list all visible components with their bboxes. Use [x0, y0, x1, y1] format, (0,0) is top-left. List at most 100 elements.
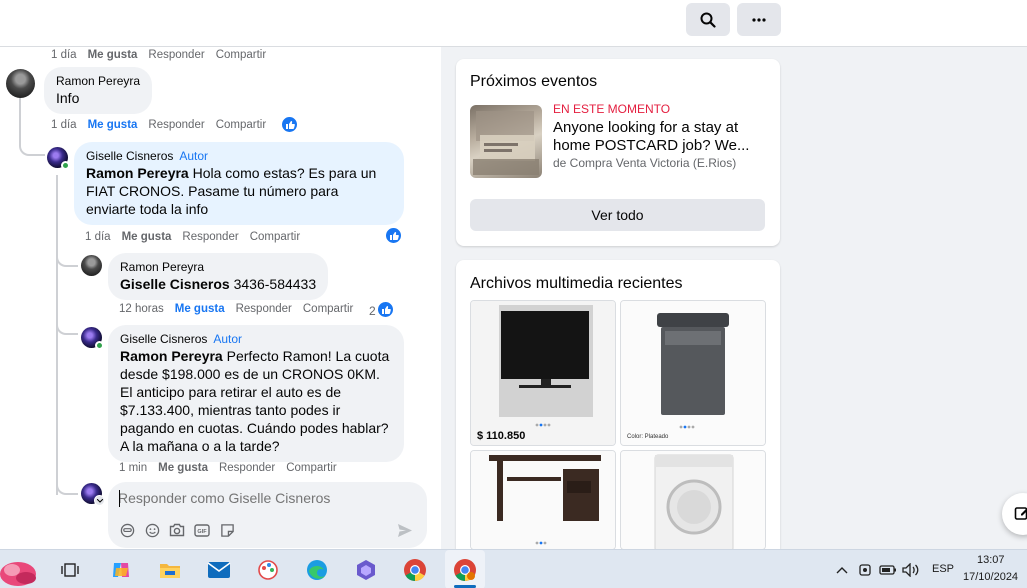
task-view-icon[interactable]: [58, 558, 82, 582]
more-horizontal-icon: [752, 17, 766, 22]
reply-composer: GIF: [108, 482, 427, 548]
comment-text: 3436-584433: [229, 276, 317, 292]
comment-bubble: Ramon Pereyra Info: [44, 67, 153, 114]
media-tile-desk[interactable]: [470, 450, 616, 550]
sticker-icon[interactable]: [219, 522, 235, 538]
like-link[interactable]: Me gusta: [122, 231, 172, 243]
avatar[interactable]: [6, 69, 35, 98]
like-reaction[interactable]: [377, 301, 394, 318]
comment-actions: 12 horas Me gusta Responder Compartir: [119, 303, 353, 315]
comment-actions: 1 día Me gusta Responder Compartir: [51, 49, 266, 61]
share-link[interactable]: Compartir: [286, 462, 336, 474]
comment-author[interactable]: Giselle Cisneros: [120, 332, 207, 346]
event-title[interactable]: Anyone looking for a stay at home POSTCA…: [553, 119, 753, 155]
thread-connector: [56, 315, 78, 335]
like-reaction[interactable]: [385, 227, 402, 244]
events-title: Próximos eventos: [470, 73, 598, 90]
comment-actions: 1 día Me gusta Responder Compartir: [51, 119, 266, 131]
comment-author[interactable]: Ramon Pereyra: [56, 74, 140, 88]
like-link[interactable]: Me gusta: [88, 49, 138, 61]
like-link[interactable]: Me gusta: [88, 119, 138, 131]
media-title: Archivos multimedia recientes: [470, 275, 683, 292]
search-button[interactable]: [686, 3, 730, 36]
online-indicator: [61, 161, 70, 170]
media-tile-tv[interactable]: $ 110.850: [470, 300, 616, 446]
dryer-image: [621, 451, 765, 549]
reply-link[interactable]: Responder: [219, 462, 275, 474]
see-all-button[interactable]: Ver todo: [470, 199, 765, 231]
thread-connector: [19, 133, 45, 156]
like-link[interactable]: Me gusta: [175, 303, 225, 315]
desk-image: [471, 451, 615, 549]
author-badge: Autor: [213, 332, 243, 346]
copilot-icon[interactable]: [109, 558, 133, 582]
comment-actions: 1 día Me gusta Responder Compartir: [85, 231, 300, 243]
gif-icon[interactable]: GIF: [194, 522, 210, 538]
comments-panel: 1 día Me gusta Responder Compartir Ramon…: [0, 47, 441, 549]
chrome-profile-icon[interactable]: [453, 558, 477, 582]
reply-link[interactable]: Responder: [182, 231, 238, 243]
comment-time[interactable]: 1 día: [51, 119, 77, 131]
comment-bubble: Ramon Pereyra Giselle Cisneros 3436-5844…: [108, 253, 329, 300]
battery-icon[interactable]: [876, 558, 900, 582]
location-icon[interactable]: [853, 558, 877, 582]
clock-time[interactable]: 13:07: [977, 554, 1005, 566]
comment-text: Info: [56, 90, 80, 106]
thread-connector: [56, 247, 78, 267]
avatar-sticker-icon[interactable]: [119, 522, 135, 538]
account-switch-icon[interactable]: [94, 495, 105, 506]
copilot-app-icon[interactable]: [354, 558, 378, 582]
like-reaction[interactable]: [281, 116, 298, 133]
paint-icon[interactable]: [256, 558, 280, 582]
tv-image: [471, 301, 615, 445]
more-options-button[interactable]: [737, 3, 781, 36]
comment-author[interactable]: Ramon Pereyra: [120, 260, 204, 274]
mention-link[interactable]: Ramon Pereyra: [86, 165, 189, 181]
event-thumbnail[interactable]: [470, 105, 542, 178]
edge-icon[interactable]: [305, 558, 329, 582]
reply-link[interactable]: Responder: [148, 119, 204, 131]
avatar[interactable]: [81, 255, 102, 276]
comment-bubble: Giselle Cisneros Autor Ramon Pereyra Hola…: [74, 142, 404, 225]
search-icon: [700, 12, 716, 28]
new-message-button[interactable]: [1002, 493, 1027, 535]
comment-time[interactable]: 1 min: [119, 462, 147, 474]
comment-time[interactable]: 1 día: [51, 49, 77, 61]
widgets-icon[interactable]: [0, 552, 46, 588]
chrome-icon[interactable]: [403, 558, 427, 582]
live-label: EN ESTE MOMENTO: [553, 102, 671, 116]
mail-icon[interactable]: [207, 558, 231, 582]
mention-link[interactable]: Giselle Cisneros: [120, 276, 230, 292]
share-link[interactable]: Compartir: [216, 119, 266, 131]
share-link[interactable]: Compartir: [303, 303, 353, 315]
reaction-count[interactable]: 2: [369, 304, 376, 318]
comment-author[interactable]: Giselle Cisneros: [86, 149, 173, 163]
reply-link[interactable]: Responder: [236, 303, 292, 315]
thumbs-up-icon: [285, 120, 295, 129]
media-tile-dryer[interactable]: [620, 450, 766, 550]
event-organizer[interactable]: de Compra Venta Victoria (E.Rios): [553, 156, 736, 170]
volume-icon[interactable]: [899, 558, 923, 582]
emoji-icon[interactable]: [144, 522, 160, 538]
share-link[interactable]: Compartir: [216, 49, 266, 61]
comment-time[interactable]: 12 horas: [119, 303, 164, 315]
compose-icon: [1014, 507, 1027, 520]
media-tile-washer[interactable]: Color: Plateado: [620, 300, 766, 446]
like-link[interactable]: Me gusta: [158, 462, 208, 474]
file-explorer-icon[interactable]: [158, 558, 182, 582]
media-caption: Color: Plateado: [627, 434, 669, 440]
reply-link[interactable]: Responder: [148, 49, 204, 61]
svg-text:GIF: GIF: [197, 529, 207, 535]
media-price: $ 110.850: [477, 430, 526, 442]
chevron-up-icon[interactable]: [830, 558, 854, 582]
reply-input[interactable]: [118, 490, 408, 506]
share-link[interactable]: Compartir: [250, 231, 300, 243]
events-card: Próximos eventos EN ESTE MOMENTO Anyone …: [456, 59, 780, 246]
language-indicator[interactable]: ESP: [932, 563, 954, 575]
text-cursor: [119, 490, 120, 507]
comment-time[interactable]: 1 día: [85, 231, 111, 243]
clock-date[interactable]: 17/10/2024: [963, 571, 1018, 583]
send-icon[interactable]: [397, 522, 413, 538]
mention-link[interactable]: Ramon Pereyra: [120, 348, 223, 364]
camera-icon[interactable]: [169, 522, 185, 538]
